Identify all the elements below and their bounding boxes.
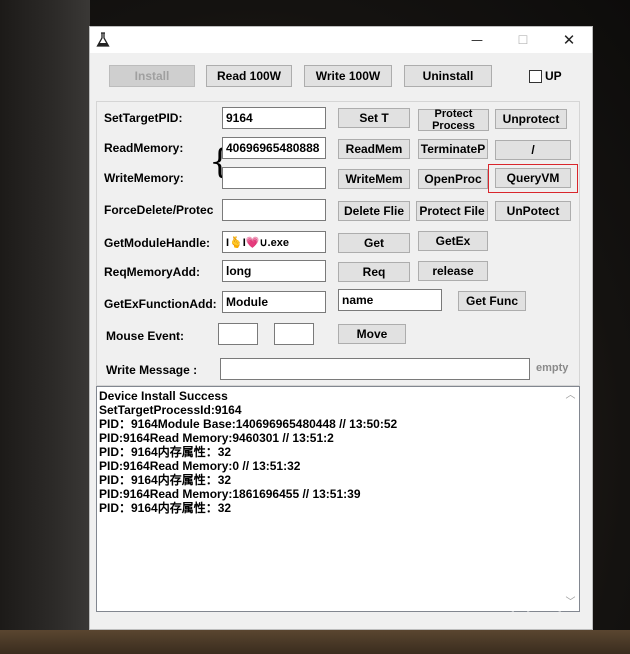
- mouse-event-label: Mouse Event:: [106, 329, 185, 343]
- mouse-y-input[interactable]: [274, 323, 314, 345]
- target-pid-input[interactable]: 9164: [222, 107, 326, 129]
- write-message-empty-hint: empty: [536, 362, 569, 374]
- kanxue-watermark: 看雪: [460, 568, 630, 628]
- protect-process-button[interactable]: Protect Process: [418, 108, 489, 132]
- chevron-up-icon[interactable]: ︿: [562, 387, 579, 404]
- protect-file-button[interactable]: Protect File: [416, 201, 488, 221]
- read-memory-input[interactable]: 40696965480888: [222, 137, 326, 159]
- read-100w-button[interactable]: Read 100W: [206, 65, 292, 87]
- desktop-background-bottom: [0, 630, 630, 654]
- log-line: PID：9164Module Base:140696965480448 // 1…: [99, 417, 398, 431]
- slash-button[interactable]: /: [495, 140, 571, 160]
- minimize-button[interactable]: —: [454, 27, 500, 53]
- get-ex-function-add-label: GetExFunctionAdd:: [104, 297, 217, 311]
- function-name-input[interactable]: name: [338, 289, 442, 311]
- req-memory-input[interactable]: long: [222, 260, 326, 282]
- get-module-handle-label: GetModuleHandle:: [104, 236, 211, 250]
- write-message-label: Write Message :: [106, 363, 198, 377]
- read-memory-label: ReadMemory:: [104, 141, 184, 155]
- getex-button[interactable]: GetEx: [418, 231, 488, 251]
- log-line: PID:9164Read Memory:9460301 // 13:51:2: [99, 431, 334, 445]
- queryvm-button[interactable]: QueryVM: [495, 168, 571, 188]
- write-memory-input[interactable]: [222, 167, 326, 189]
- force-delete-input[interactable]: [222, 199, 326, 221]
- set-t-button[interactable]: Set T: [338, 108, 410, 128]
- flask-icon: [96, 32, 110, 47]
- uninstall-button[interactable]: Uninstall: [404, 65, 492, 87]
- log-line: PID：9164内存属性：32: [99, 445, 232, 459]
- title-bar: — ☐ ✕: [90, 27, 592, 53]
- write-message-input[interactable]: [220, 358, 530, 380]
- get-button[interactable]: Get: [338, 233, 410, 253]
- openproc-button[interactable]: OpenProc: [418, 169, 488, 189]
- log-line: PID:9164Read Memory:0 // 13:51:32: [99, 459, 301, 473]
- release-button[interactable]: release: [418, 261, 488, 281]
- log-lines: Device Install Success SetTargetProcessId…: [99, 389, 561, 515]
- maximize-button[interactable]: ☐: [500, 27, 546, 53]
- move-button[interactable]: Move: [338, 324, 406, 344]
- req-button[interactable]: Req: [338, 262, 410, 282]
- terminate-process-button[interactable]: TerminateP: [418, 139, 488, 159]
- unpotect-button[interactable]: UnPotect: [495, 201, 571, 221]
- log-line: SetTargetProcessId:9164: [99, 403, 242, 417]
- writemem-button[interactable]: WriteMem: [338, 169, 410, 189]
- up-checkbox[interactable]: [529, 70, 542, 83]
- app-window: — ☐ ✕ Install Read 100W Write 100W Unins…: [89, 26, 593, 630]
- snowflake-icon: [463, 573, 497, 611]
- close-button[interactable]: ✕: [546, 27, 592, 53]
- mouse-x-input[interactable]: [218, 323, 258, 345]
- log-line: PID:9164Read Memory:1861696455 // 13:51:…: [99, 487, 361, 501]
- unprotect-button[interactable]: Unprotect: [495, 109, 567, 129]
- readmem-button[interactable]: ReadMem: [338, 139, 410, 159]
- up-checkbox-label: UP: [545, 69, 562, 83]
- function-module-input[interactable]: Module: [222, 291, 326, 313]
- log-line: PID：9164内存属性：32: [99, 501, 232, 515]
- force-delete-label: ForceDelete/Protec: [104, 203, 214, 217]
- get-func-button[interactable]: Get Func: [458, 291, 526, 311]
- log-line: Device Install Success: [99, 389, 228, 403]
- install-button[interactable]: Install: [109, 65, 195, 87]
- set-target-pid-label: SetTargetPID:: [104, 111, 183, 125]
- module-name-input[interactable]: I🫰I💗∪.exe: [222, 231, 326, 253]
- req-memory-add-label: ReqMemoryAdd:: [104, 265, 201, 279]
- write-100w-button[interactable]: Write 100W: [304, 65, 392, 87]
- log-line: PID：9164内存属性：32: [99, 473, 232, 487]
- delete-file-button[interactable]: Delete Flie: [338, 201, 410, 221]
- desktop-background-left: [0, 0, 90, 654]
- write-memory-label: WriteMemory:: [104, 171, 184, 185]
- watermark-text: 看雪: [504, 582, 568, 617]
